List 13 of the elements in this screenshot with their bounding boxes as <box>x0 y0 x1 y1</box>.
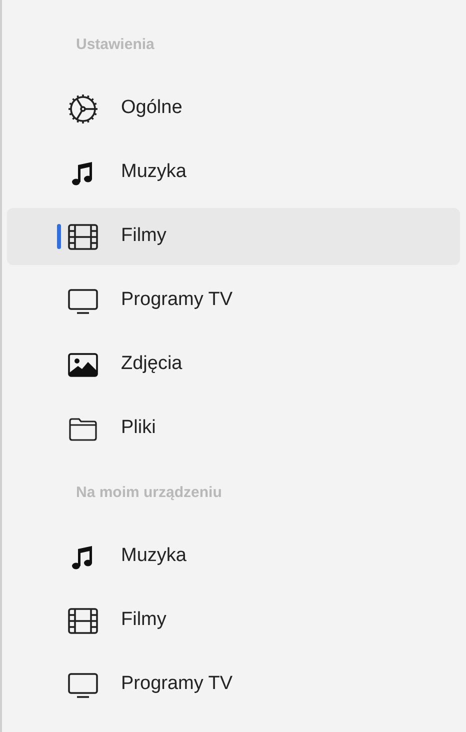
sidebar-item[interactable]: Pliki <box>7 400 460 457</box>
sidebar-item[interactable]: Programy TV <box>7 272 460 329</box>
sidebar-item[interactable]: Filmy <box>7 592 460 649</box>
section-heading: Ustawienia <box>76 34 154 55</box>
sidebar-item[interactable]: Zdjęcia <box>7 336 460 393</box>
sidebar-item[interactable]: Muzyka <box>7 144 460 201</box>
selection-indicator <box>57 224 61 249</box>
sidebar-item[interactable]: Muzyka <box>7 528 460 585</box>
gear-icon <box>67 92 99 124</box>
section-heading: Na moim urządzeniu <box>76 482 222 503</box>
sidebar-item[interactable]: Programy TV <box>7 656 460 713</box>
sidebar-item[interactable]: Filmy <box>7 208 460 265</box>
sidebar-item[interactable]: Ogólne <box>7 80 460 137</box>
